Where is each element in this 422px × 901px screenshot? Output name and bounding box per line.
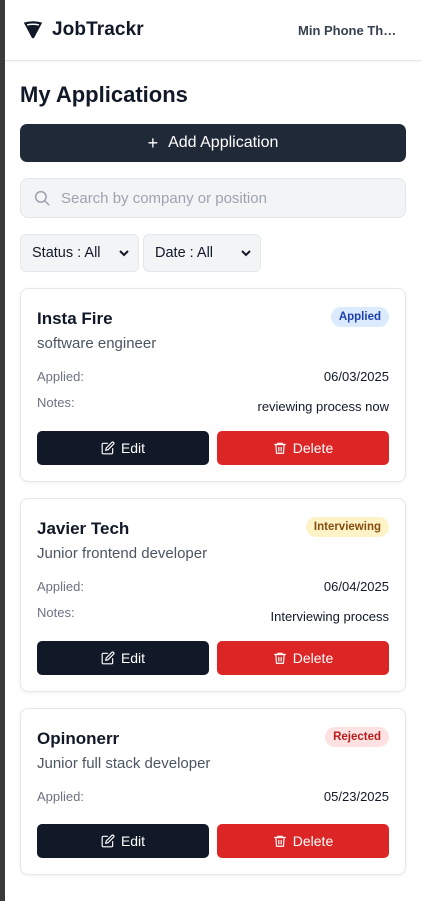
add-application-label: Add Application bbox=[168, 134, 279, 151]
edit-icon bbox=[101, 834, 115, 848]
search-input[interactable] bbox=[61, 189, 393, 207]
notes-row: Notes: Interviewing process bbox=[37, 605, 389, 624]
delete-button[interactable]: Delete bbox=[217, 641, 389, 675]
company-name: Opinonerr bbox=[37, 729, 120, 748]
applied-label: Applied: bbox=[37, 789, 84, 804]
status-badge: Interviewing bbox=[305, 517, 389, 537]
edit-label: Edit bbox=[120, 650, 146, 666]
filter-bar: Status : All Date : All bbox=[20, 234, 407, 272]
delete-label: Delete bbox=[292, 650, 334, 666]
edit-button[interactable]: Edit bbox=[37, 641, 209, 675]
applied-date: 06/03/2025 bbox=[323, 369, 389, 384]
date-filter-select[interactable]: Date : All bbox=[143, 234, 261, 272]
delete-button[interactable]: Delete bbox=[217, 824, 389, 858]
position-title: Junior frontend developer bbox=[37, 545, 208, 562]
date-filter-value: Date : All bbox=[155, 245, 214, 261]
delete-label: Delete bbox=[292, 833, 334, 849]
edit-button[interactable]: Edit bbox=[37, 824, 209, 858]
trash-icon bbox=[273, 835, 286, 847]
top-navbar: JobTrackr Min Phone Thant bbox=[5, 0, 422, 61]
position-title: Junior full stack developer bbox=[37, 755, 211, 772]
chevron-down-icon bbox=[241, 250, 251, 257]
chevron-down-icon bbox=[119, 250, 129, 257]
edit-icon bbox=[101, 441, 115, 455]
edit-label: Edit bbox=[120, 440, 146, 456]
edit-button[interactable]: Edit bbox=[37, 431, 209, 465]
search-icon bbox=[34, 190, 50, 206]
status-badge: Rejected bbox=[325, 727, 389, 747]
card-actions: Edit Delete bbox=[37, 431, 389, 465]
page-title: My Applications bbox=[20, 82, 188, 107]
applied-date: 05/23/2025 bbox=[323, 789, 389, 804]
company-name: Insta Fire bbox=[37, 309, 113, 328]
card-actions: Edit Delete bbox=[37, 824, 389, 858]
trash-icon bbox=[273, 652, 286, 664]
applied-row: Applied: 06/04/2025 bbox=[37, 579, 389, 594]
application-card: Insta Fire Applied software engineer App… bbox=[20, 288, 406, 482]
notes-label: Notes: bbox=[37, 395, 75, 410]
application-list: Insta Fire Applied software engineer App… bbox=[20, 288, 407, 875]
company-name: Javier Tech bbox=[37, 519, 130, 538]
notes-row: Notes: reviewing process now bbox=[37, 395, 389, 414]
main-content: My Applications + Add Application Status… bbox=[5, 82, 422, 875]
status-filter-value: Status : All bbox=[32, 245, 101, 261]
position-title: software engineer bbox=[37, 335, 157, 352]
trash-icon bbox=[273, 442, 286, 454]
notes-label: Notes: bbox=[37, 605, 75, 620]
applied-row: Applied: 05/23/2025 bbox=[37, 789, 389, 804]
status-badge: Applied bbox=[330, 307, 389, 327]
add-application-button[interactable]: + Add Application bbox=[20, 124, 406, 162]
delete-label: Delete bbox=[292, 440, 334, 456]
delete-button[interactable]: Delete bbox=[217, 431, 389, 465]
card-actions: Edit Delete bbox=[37, 641, 389, 675]
brand[interactable]: JobTrackr bbox=[22, 19, 144, 41]
app-window: JobTrackr Min Phone Thant My Application… bbox=[5, 0, 422, 901]
edit-label: Edit bbox=[120, 833, 146, 849]
notes-text: reviewing process now bbox=[257, 399, 389, 414]
plus-icon: + bbox=[147, 133, 159, 153]
funnel-icon bbox=[23, 21, 43, 39]
search-box[interactable] bbox=[20, 178, 406, 218]
notes-text: Interviewing process bbox=[270, 609, 390, 624]
brand-name: JobTrackr bbox=[52, 19, 144, 40]
applied-label: Applied: bbox=[37, 369, 84, 384]
applied-date: 06/04/2025 bbox=[323, 579, 389, 594]
user-name[interactable]: Min Phone Thant bbox=[298, 23, 398, 38]
applied-row: Applied: 06/03/2025 bbox=[37, 369, 389, 384]
status-filter-select[interactable]: Status : All bbox=[20, 234, 139, 272]
application-card: Opinonerr Rejected Junior full stack dev… bbox=[20, 708, 406, 875]
application-card: Javier Tech Interviewing Junior frontend… bbox=[20, 498, 406, 692]
edit-icon bbox=[101, 651, 115, 665]
applied-label: Applied: bbox=[37, 579, 84, 594]
